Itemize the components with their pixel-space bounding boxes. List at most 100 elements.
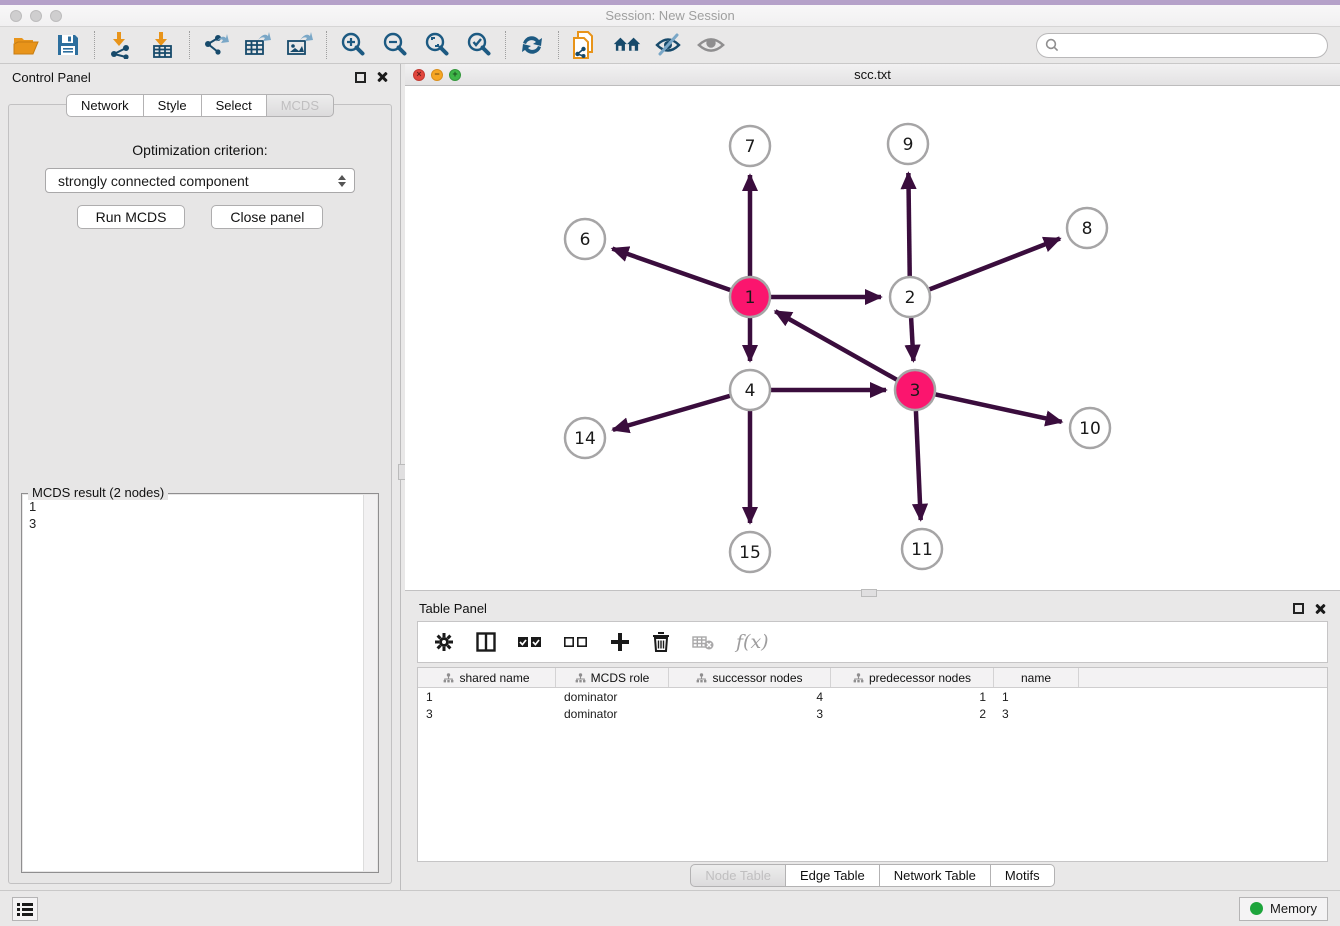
graph-node-2[interactable]: 2 <box>890 277 930 317</box>
zoom-selected-icon[interactable] <box>465 31 493 59</box>
close-window-icon[interactable] <box>10 10 22 22</box>
graph-node-11[interactable]: 11 <box>902 529 942 569</box>
result-scrollbar[interactable] <box>363 495 377 871</box>
export-image-icon[interactable] <box>286 31 314 59</box>
network-window-titlebar: × − + scc.txt <box>405 64 1340 86</box>
graph-edge-3-10[interactable] <box>936 394 1062 421</box>
import-table-icon[interactable] <box>149 31 177 59</box>
cell-shared-name[interactable]: 3 <box>418 707 556 721</box>
search-field[interactable] <box>1036 33 1328 58</box>
column-header-predecessor-nodes[interactable]: predecessor nodes <box>831 668 994 687</box>
graph-edge-4-14[interactable] <box>613 396 730 430</box>
home-icon[interactable] <box>613 31 641 59</box>
network-window: × − + scc.txt 7 9 6 8 1 2 4 3 14 10 15 11 <box>405 64 1340 591</box>
graph-edge-3-1[interactable] <box>775 311 896 379</box>
app-window: Session: New Session <box>0 0 1340 926</box>
optimization-criterion-select[interactable]: strongly connected component <box>45 168 355 193</box>
hide-panels-icon[interactable] <box>655 31 683 59</box>
tab-style[interactable]: Style <box>144 94 202 117</box>
export-network-icon[interactable] <box>202 31 230 59</box>
float-table-panel-icon[interactable] <box>1293 603 1304 614</box>
column-header-name[interactable]: name <box>994 668 1079 687</box>
graph-node-4[interactable]: 4 <box>730 370 770 410</box>
graph-node-6[interactable]: 6 <box>565 219 605 259</box>
task-history-button[interactable] <box>12 897 38 921</box>
tab-node-table[interactable]: Node Table <box>690 864 786 887</box>
import-network-icon[interactable] <box>107 31 135 59</box>
function-icon[interactable]: f(x) <box>736 631 769 653</box>
search-input[interactable] <box>1064 38 1319 52</box>
delete-table-icon[interactable] <box>692 634 714 650</box>
cell-successor-nodes[interactable]: 3 <box>669 707 831 721</box>
zoom-in-icon[interactable] <box>339 31 367 59</box>
cell-shared-name[interactable]: 1 <box>418 690 556 704</box>
add-icon[interactable] <box>610 632 630 652</box>
svg-text:6: 6 <box>580 230 591 250</box>
mcds-panel: Optimization criterion: strongly connect… <box>8 104 392 884</box>
cell-predecessor-nodes[interactable]: 1 <box>831 690 994 704</box>
column-header-shared-name[interactable]: shared name <box>418 668 556 687</box>
tab-network-table[interactable]: Network Table <box>880 864 991 887</box>
graph-edge-1-6[interactable] <box>612 249 730 290</box>
tab-mcds[interactable]: MCDS <box>267 94 334 117</box>
graph-edge-2-3[interactable] <box>911 318 913 361</box>
network-close-icon[interactable]: × <box>413 69 425 81</box>
splitter-handle[interactable] <box>861 589 877 597</box>
cell-name[interactable]: 3 <box>994 707 1079 721</box>
graph-node-10[interactable]: 10 <box>1070 408 1110 448</box>
close-panel-button[interactable]: Close panel <box>211 205 323 229</box>
columns-icon[interactable] <box>476 632 496 652</box>
clone-network-icon[interactable] <box>571 31 599 59</box>
deselect-all-icon[interactable] <box>564 636 588 648</box>
memory-button[interactable]: Memory <box>1239 897 1328 921</box>
graph-edge-2-8[interactable] <box>930 239 1060 290</box>
svg-text:4: 4 <box>745 381 756 401</box>
cell-mcds-role[interactable]: dominator <box>556 707 669 721</box>
graph-edge-3-11[interactable] <box>916 411 921 520</box>
export-table-icon[interactable] <box>244 31 272 59</box>
table-row[interactable]: 1 dominator 4 1 1 <box>418 688 1327 705</box>
cell-predecessor-nodes[interactable]: 2 <box>831 707 994 721</box>
network-minimize-icon[interactable]: − <box>431 69 443 81</box>
column-header-successor-nodes[interactable]: successor nodes <box>669 668 831 687</box>
graph-edge-2-9[interactable] <box>908 173 909 276</box>
network-maximize-icon[interactable]: + <box>449 69 461 81</box>
run-mcds-button[interactable]: Run MCDS <box>77 205 186 229</box>
float-panel-icon[interactable] <box>355 72 366 83</box>
open-folder-icon[interactable] <box>12 31 40 59</box>
tab-motifs[interactable]: Motifs <box>991 864 1055 887</box>
refresh-icon[interactable] <box>518 31 546 59</box>
task-list-icon <box>17 902 33 916</box>
hierarchy-icon <box>853 673 864 683</box>
cell-mcds-role[interactable]: dominator <box>556 690 669 704</box>
show-eye-icon[interactable] <box>697 31 725 59</box>
close-table-panel-icon[interactable] <box>1314 603 1326 615</box>
graph-node-14[interactable]: 14 <box>565 418 605 458</box>
save-icon[interactable] <box>54 31 82 59</box>
tab-select[interactable]: Select <box>202 94 267 117</box>
mcds-result-text[interactable]: 1 3 <box>23 495 363 871</box>
delete-icon[interactable] <box>652 632 670 652</box>
table-row[interactable]: 3 dominator 3 2 3 <box>418 705 1327 722</box>
zoom-fit-icon[interactable] <box>423 31 451 59</box>
graph-node-8[interactable]: 8 <box>1067 208 1107 248</box>
graph-node-9[interactable]: 9 <box>888 124 928 164</box>
cell-name[interactable]: 1 <box>994 690 1079 704</box>
network-canvas[interactable]: 7 9 6 8 1 2 4 3 14 10 15 11 <box>405 86 1340 590</box>
graph-node-15[interactable]: 15 <box>730 532 770 572</box>
close-panel-icon[interactable] <box>376 71 388 83</box>
graph-node-1[interactable]: 1 <box>730 277 770 317</box>
graph-node-3[interactable]: 3 <box>895 370 935 410</box>
minimize-window-icon[interactable] <box>30 10 42 22</box>
column-header-mcds-role[interactable]: MCDS role <box>556 668 669 687</box>
control-panel: Control Panel Network Style Select MCDS … <box>0 64 400 890</box>
select-all-icon[interactable] <box>518 636 542 648</box>
tab-edge-table[interactable]: Edge Table <box>786 864 880 887</box>
horizontal-splitter[interactable] <box>405 591 1340 596</box>
zoom-out-icon[interactable] <box>381 31 409 59</box>
tab-network[interactable]: Network <box>66 94 144 117</box>
graph-node-7[interactable]: 7 <box>730 126 770 166</box>
maximize-window-icon[interactable] <box>50 10 62 22</box>
gear-icon[interactable] <box>434 632 454 652</box>
cell-successor-nodes[interactable]: 4 <box>669 690 831 704</box>
